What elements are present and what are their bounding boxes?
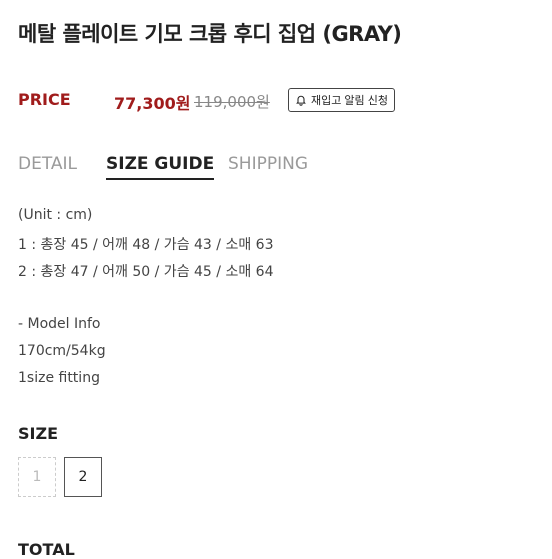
restock-alert-label: 재입고 알림 신청 [311,95,388,107]
product-tabs: DETAIL SIZE GUIDE SHIPPING [18,154,538,184]
price-row: PRICE 77,300원 119,000원 재입고 알림 신청 [18,88,538,114]
size-option-1[interactable]: 1 [18,457,56,497]
model-info-heading: - Model Info [18,316,101,332]
size-label: SIZE [18,424,59,443]
restock-alert-button[interactable]: 재입고 알림 신청 [288,88,395,112]
model-measurements: 170cm/54kg [18,343,106,359]
model-fitting: 1size fitting [18,370,100,386]
size-guide-row-2: 2 : 총장 47 / 어깨 50 / 가슴 45 / 소매 64 [18,264,274,280]
original-price: 119,000원 [194,93,270,111]
tab-shipping[interactable]: SHIPPING [228,154,308,178]
price-label: PRICE [18,90,71,109]
tab-size-guide[interactable]: SIZE GUIDE [106,154,215,180]
product-title: 메탈 플레이트 기모 크롭 후디 집업 (GRAY) [18,22,402,46]
sale-price: 77,300원 [114,94,191,113]
tab-detail[interactable]: DETAIL [18,154,77,178]
size-option-2[interactable]: 2 [64,457,102,497]
bell-icon [295,94,307,106]
size-guide-row-1: 1 : 총장 45 / 어깨 48 / 가슴 43 / 소매 63 [18,237,274,253]
size-guide-unit: (Unit : cm) [18,207,93,223]
total-label: TOTAL [18,540,75,559]
